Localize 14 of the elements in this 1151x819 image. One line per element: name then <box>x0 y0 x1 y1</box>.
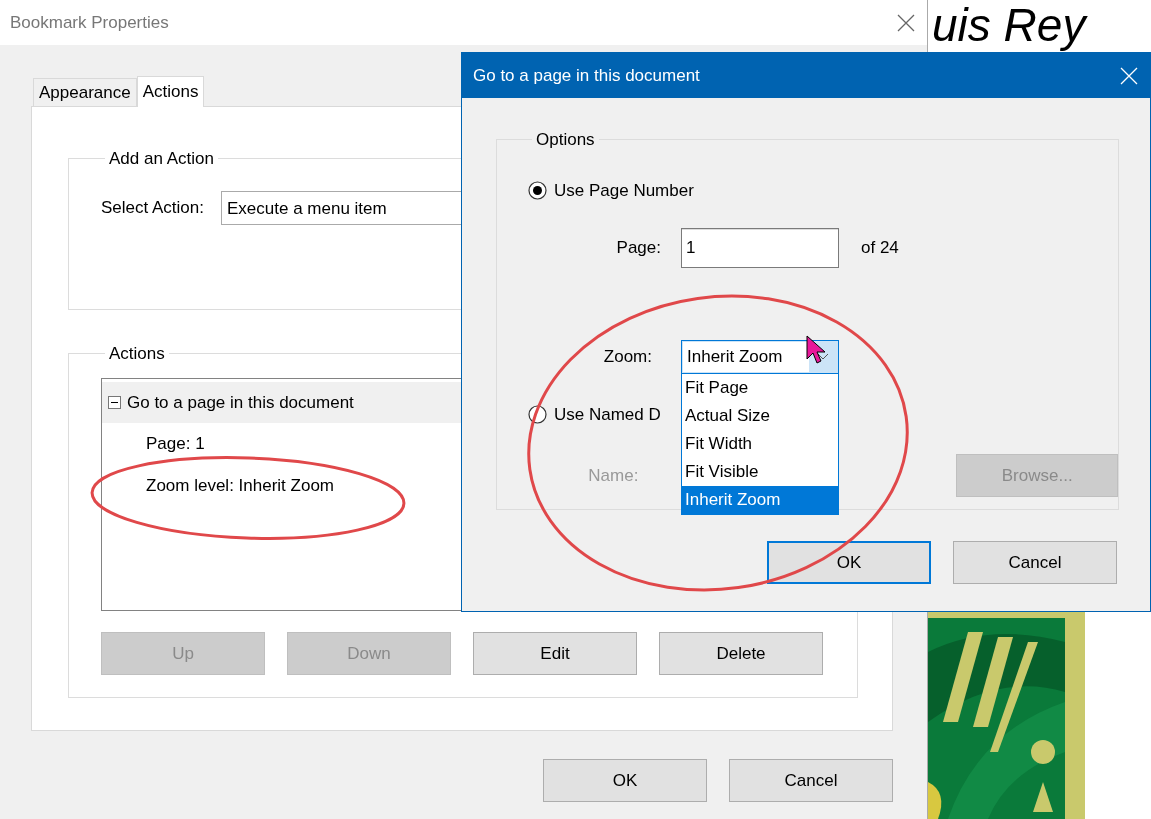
tree-child-label: Page: 1 <box>146 433 205 456</box>
radio-label: Use Named D <box>554 403 661 426</box>
tree-child-label: Zoom level: Inherit Zoom <box>146 475 334 498</box>
page-total: of 24 <box>861 236 899 259</box>
group-label: Actions <box>108 345 166 362</box>
group-label: Options <box>535 131 596 148</box>
field-label: Page: <box>615 236 661 259</box>
window-title: Go to a page in this document <box>473 64 700 87</box>
window-title: Bookmark Properties <box>10 11 169 34</box>
tree-item-label: Go to a page in this document <box>127 391 354 414</box>
field-label: Zoom: <box>602 345 652 368</box>
field-label: Select Action: <box>101 197 204 220</box>
group-label: Add an Action <box>108 150 215 167</box>
field-label: Name: <box>587 464 639 487</box>
